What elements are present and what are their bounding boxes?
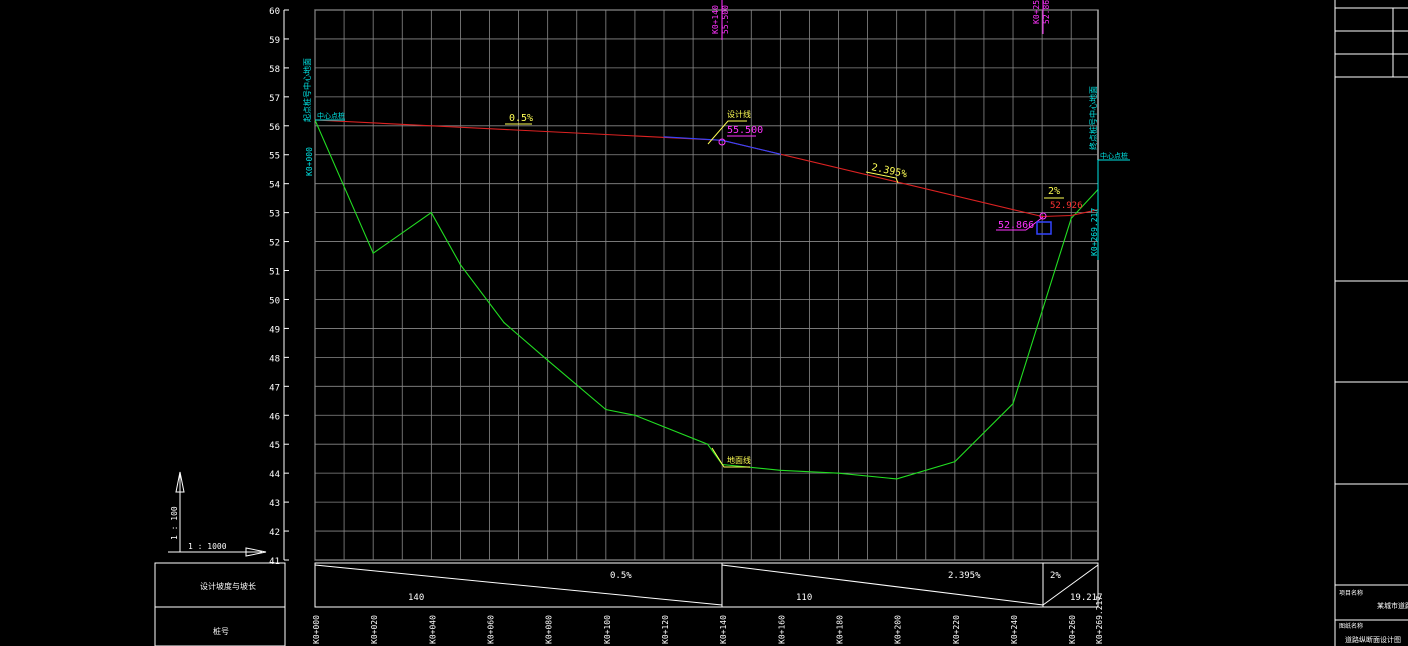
y-tick-label: 57: [269, 94, 280, 104]
x-tick-label: K0+020: [370, 615, 379, 644]
x-tick-label: K0+080: [545, 615, 554, 644]
end-marker-label: 中心点桩: [1100, 151, 1128, 160]
grade-label-2: 2.395%: [870, 162, 908, 180]
series-point: [954, 460, 956, 463]
x-tick-label: K0+160: [777, 615, 786, 644]
ground-line-label: 地面线: [727, 455, 751, 465]
elevation-label-2: 52.866: [998, 220, 1034, 231]
title-block-value-2: 道路纵断面设计图: [1345, 635, 1401, 644]
y-tick-label: 48: [269, 354, 280, 364]
series-point: [896, 478, 898, 480]
scale-vertical: 1 : 100: [170, 506, 179, 540]
cad-drawing-canvas[interactable]: 60 59 58 57 56 55 54 53 52 51 50 49 48 47 46 45 44 43 42 41…: [0, 0, 1408, 646]
grid-lines: [314, 9, 1098, 561]
series-point: [1070, 214, 1072, 217]
y-tick-label: 44: [269, 470, 280, 480]
series-line: [314, 119, 1099, 218]
series-point: [779, 469, 781, 471]
start-marker-label: 中心点桩: [317, 111, 345, 120]
bvc2-station: K0+250: [1032, 0, 1041, 24]
segment2-grade: 2.395%: [948, 571, 981, 581]
scale-indicator: 1 : 100 1 : 1000: [168, 471, 267, 557]
segment2-length: 110: [796, 593, 812, 603]
annotations: 中心点桩 起点桩号中心地面 K0+000 0.5% 设计线 55.500 K0+…: [302, 0, 1130, 468]
series-point: [605, 408, 607, 411]
y-tick-label: 55: [269, 152, 280, 162]
design-line-label: 设计线: [727, 109, 751, 119]
segment3-grade: 2%: [1050, 571, 1061, 581]
y-tick-label: 45: [269, 441, 280, 451]
x-tick-label: K0+040: [428, 615, 437, 644]
axis-frame: [283, 9, 1099, 561]
table-row2-label: 桩号: [213, 626, 229, 636]
y-tick-label: 53: [269, 210, 280, 220]
x-tick-label: K0+180: [836, 615, 845, 644]
start-label: 起点桩号中心地面: [302, 58, 312, 122]
start-station: K0+000: [305, 147, 314, 176]
x-tick-label: K0+260: [1068, 615, 1077, 644]
series-point: [372, 252, 374, 254]
y-tick-label: 42: [269, 528, 280, 538]
y-tick-label: 51: [269, 268, 280, 278]
series-point: [837, 472, 840, 474]
y-tick-labels: 60 59 58 57 56 55 54 53 52 51 50 49 48 47 46 45 44 43 42 41: [269, 7, 289, 567]
series-point: [547, 359, 549, 361]
title-block-label-1: 项目名称: [1339, 589, 1363, 597]
y-tick-label: 60: [269, 7, 280, 17]
y-tick-label: 52: [269, 239, 280, 249]
elevation-label-3: 52.926: [1050, 201, 1083, 211]
x-tick-label: K0+200: [894, 615, 903, 644]
y-tick-label: 47: [269, 383, 280, 393]
series-point: [779, 153, 781, 155]
title-block: 项目名称 某城市道路纵 图纸名称 道路纵断面设计图: [1334, 0, 1408, 646]
title-block-value-1: 某城市道路纵: [1377, 601, 1408, 610]
y-tick-label: 56: [269, 123, 280, 133]
grade-label-1: 0.5%: [509, 113, 533, 124]
y-tick-label: 50: [269, 296, 280, 306]
scale-horizontal: 1 : 1000: [188, 542, 227, 551]
series-point: [503, 322, 505, 324]
segment1-grade: 0.5%: [610, 571, 632, 581]
x-tick-label: K0+140: [719, 615, 728, 644]
segment3-length: 19.217: [1070, 593, 1103, 603]
y-tick-label: 58: [269, 65, 280, 75]
y-tick-label: 49: [269, 325, 280, 335]
bvc1-station: K0+140: [711, 5, 720, 34]
x-tick-label: K0+240: [1010, 615, 1019, 644]
series-point: [721, 139, 723, 141]
series-point: [663, 136, 665, 138]
x-tick-label: K0+120: [661, 615, 670, 644]
x-tick-label: K0+220: [952, 615, 961, 644]
series-point: [459, 264, 462, 266]
segment1-length: 140: [408, 593, 424, 603]
x-tick-label: K0+000: [312, 615, 321, 644]
y-tick-label: 43: [269, 499, 280, 509]
series-point: [1070, 217, 1072, 220]
y-tick-label: 59: [269, 36, 280, 46]
series-point: [430, 212, 432, 214]
series-point: [634, 414, 636, 416]
y-tick-label: 46: [269, 412, 280, 422]
x-tick-label: K0+100: [603, 615, 612, 644]
title-block-label-2: 图纸名称: [1339, 622, 1363, 630]
series-point: [1012, 403, 1014, 405]
table-row1-label: 设计坡度与坡长: [200, 581, 256, 591]
series-point: [707, 443, 709, 445]
x-tick-label: K0+060: [487, 615, 496, 644]
bvc1-elevation: 55.500: [721, 5, 730, 34]
bvc2-elevation: 52.866: [1042, 0, 1051, 24]
y-tick-label: 54: [269, 181, 280, 191]
x-tick-labels: K0+000 K0+020 K0+040 K0+060 K0+080 K0+100 K0+1…: [312, 596, 1104, 644]
grade-label-3: 2%: [1048, 186, 1060, 197]
elevation-label-1: 55.500: [727, 125, 763, 136]
end-label: 终点桩号中心地面: [1088, 86, 1098, 150]
y-tick-label: 41: [269, 557, 280, 567]
